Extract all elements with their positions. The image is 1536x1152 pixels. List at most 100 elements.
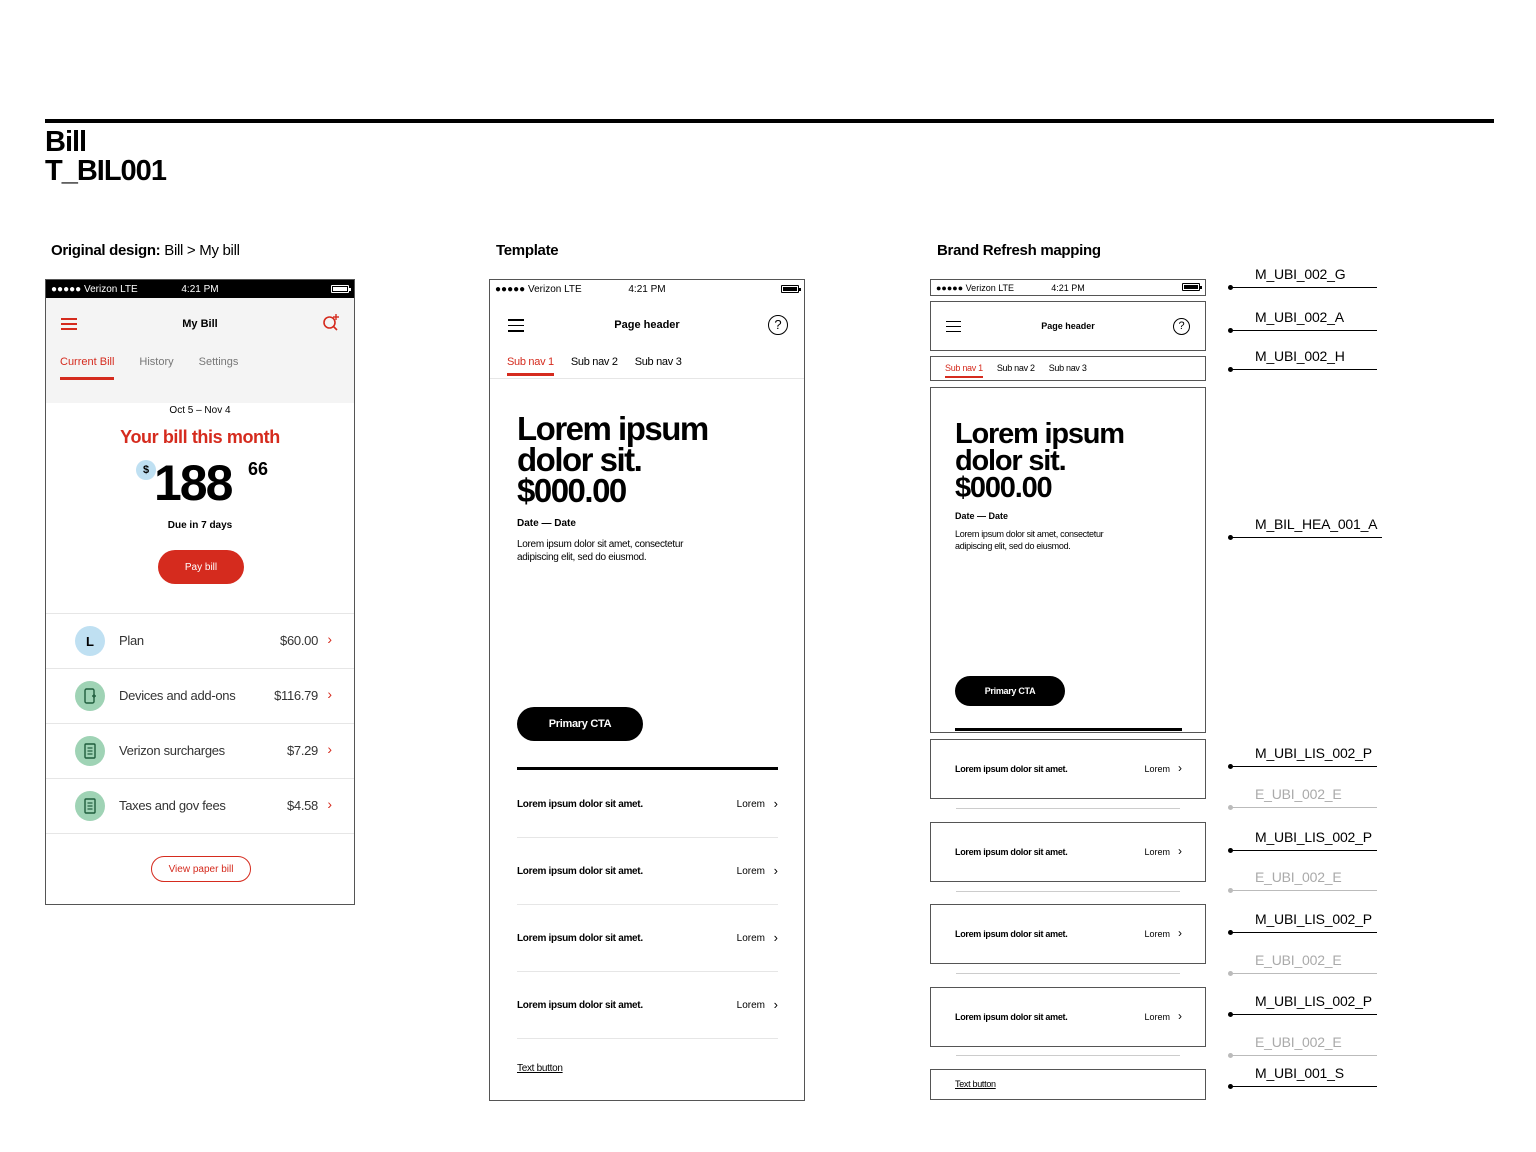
help-icon[interactable]: ?	[768, 315, 788, 335]
mapping-label: M_UBI_LIS_002_P	[1228, 829, 1377, 853]
list-item-value: Lorem	[1144, 1012, 1170, 1022]
hero-line: dolor sit.	[955, 445, 1067, 477]
nav-title: My Bill	[182, 318, 218, 330]
mapping-list-item[interactable]: Lorem ipsum dolor sit amet. Lorem ›	[930, 739, 1206, 799]
mapping-list-item[interactable]: Lorem ipsum dolor sit amet. Lorem ›	[930, 822, 1206, 882]
pointer-dot	[1228, 535, 1233, 540]
item-label: Verizon surcharges	[119, 743, 225, 758]
mapping-label: E_UBI_002_E	[1228, 952, 1377, 976]
list-item[interactable]: Lorem ipsum dolor sit amet. Lorem ›	[517, 972, 778, 1039]
list-item-label: Lorem ipsum dolor sit amet.	[517, 866, 643, 877]
mapping-list-item[interactable]: Lorem ipsum dolor sit amet. Lorem ›	[930, 904, 1206, 964]
page-code: T_BIL001	[45, 155, 167, 187]
subnav-2[interactable]: Sub nav 2	[571, 356, 618, 376]
due-text: Due in 7 days	[167, 520, 233, 531]
help-icon[interactable]: ?	[1173, 318, 1190, 335]
pointer-dot	[1228, 971, 1233, 976]
hero-description: Lorem ipsum dolor sit amet, consectetur …	[517, 539, 684, 563]
pay-bill-button[interactable]: Pay bill	[158, 550, 244, 584]
bill-item-devices[interactable]: Devices and add-ons $116.79 ›	[46, 669, 354, 724]
hero-amount: $000.00	[517, 472, 627, 509]
tab-history[interactable]: History	[139, 356, 173, 380]
list-item-value: Lorem	[736, 933, 765, 944]
mapping-text-button: Text button	[930, 1069, 1206, 1100]
template-column-title: Template	[496, 242, 559, 259]
subnav-3[interactable]: Sub nav 3	[1049, 363, 1087, 378]
divider	[956, 973, 1180, 974]
page-header: Page header	[1041, 321, 1095, 331]
chevron-right-icon: ›	[773, 863, 778, 878]
chevron-right-icon: ›	[327, 741, 332, 757]
hero-line: dolor sit.	[517, 441, 643, 478]
page-title: Bill	[45, 126, 87, 158]
search-icon[interactable]	[322, 313, 340, 331]
chevron-right-icon: ›	[1178, 844, 1182, 858]
original-title-path: Bill > My bill	[160, 242, 240, 259]
list-item-label: Lorem ipsum dolor sit amet.	[955, 929, 1068, 939]
tab-settings[interactable]: Settings	[199, 356, 239, 380]
status-bar: ●●●●● Verizon LTE 4:21 PM	[490, 280, 804, 298]
divider	[956, 1055, 1180, 1056]
list-item[interactable]: Lorem ipsum dolor sit amet. Lorem ›	[517, 838, 778, 905]
subnav-1[interactable]: Sub nav 1	[507, 356, 554, 376]
pointer-dot	[1228, 848, 1233, 853]
page-header: Page header	[614, 319, 680, 331]
battery-icon	[331, 285, 351, 293]
bill-period: Oct 5 – Nov 4	[169, 405, 231, 416]
battery-icon	[781, 285, 801, 293]
bill-item-plan[interactable]: L Plan $60.00 ›	[46, 614, 354, 669]
mapping-label: M_UBI_002_G	[1228, 266, 1377, 290]
item-value: $116.79	[274, 688, 318, 703]
divider	[956, 808, 1180, 809]
pointer-dot	[1228, 367, 1233, 372]
hero-title: Lorem ipsum dolor sit. $000.00	[517, 410, 709, 509]
item-value: $7.29	[286, 743, 318, 758]
hero-line: Lorem ipsum	[517, 410, 709, 447]
primary-cta-button[interactable]: Primary CTA	[517, 707, 643, 741]
list-item[interactable]: Lorem ipsum dolor sit amet. Lorem ›	[517, 771, 778, 838]
top-rule	[45, 119, 1494, 123]
subnav-2[interactable]: Sub nav 2	[997, 363, 1035, 378]
chevron-right-icon: ›	[773, 796, 778, 811]
subnav-3[interactable]: Sub nav 3	[635, 356, 682, 376]
pointer-dot	[1228, 888, 1233, 893]
chevron-right-icon: ›	[773, 997, 778, 1012]
tab-bar: Current Bill History Settings	[60, 356, 238, 380]
chevron-right-icon: ›	[1178, 926, 1182, 940]
divider	[490, 378, 804, 379]
chevron-right-icon: ›	[327, 686, 332, 702]
tab-current-bill[interactable]: Current Bill	[60, 356, 115, 380]
bill-item-surcharges[interactable]: Verizon surcharges $7.29 ›	[46, 724, 354, 779]
plan-badge: L	[75, 626, 105, 656]
item-label: Plan	[119, 633, 144, 648]
hero-title: Lorem ipsum dolor sit. $000.00	[955, 418, 1125, 503]
mapping-list-item[interactable]: Lorem ipsum dolor sit amet. Lorem ›	[930, 987, 1206, 1047]
mapping-label: M_UBI_LIS_002_P	[1228, 911, 1377, 935]
text-button[interactable]: Text button	[517, 1063, 563, 1074]
mapping-label: E_UBI_002_E	[1228, 869, 1377, 893]
mapping-label: M_UBI_LIS_002_P	[1228, 745, 1377, 769]
list-item-value: Lorem	[1144, 847, 1170, 857]
currency-badge: $	[136, 460, 156, 480]
bill-item-taxes[interactable]: Taxes and gov fees $4.58 ›	[46, 779, 354, 834]
list-item-label: Lorem ipsum dolor sit amet.	[517, 1000, 643, 1011]
subnav-1[interactable]: Sub nav 1	[945, 363, 983, 378]
view-paper-bill-button[interactable]: View paper bill	[151, 856, 251, 882]
carrier-text: ●●●●● Verizon LTE	[51, 283, 138, 295]
original-phone: ●●●●● Verizon LTE 4:21 PM My Bill Curren…	[45, 279, 355, 905]
mapping-label: M_BIL_HEA_001_A	[1228, 516, 1382, 540]
mapping-subnav: Sub nav 1 Sub nav 2 Sub nav 3	[930, 356, 1206, 381]
item-label: Taxes and gov fees	[119, 798, 226, 813]
hero-line: Lorem ipsum	[955, 418, 1125, 450]
carrier-text: ●●●●● Verizon LTE	[936, 282, 1015, 293]
list-item-label: Lorem ipsum dolor sit amet.	[517, 799, 643, 810]
primary-cta-button[interactable]: Primary CTA	[955, 676, 1065, 706]
date-range: Date — Date	[517, 518, 576, 529]
mapping-label: M_UBI_001_S	[1228, 1065, 1377, 1089]
list-item[interactable]: Lorem ipsum dolor sit amet. Lorem ›	[517, 905, 778, 972]
document-icon	[75, 791, 105, 821]
list-item-value: Lorem	[736, 866, 765, 877]
text-button[interactable]: Text button	[955, 1079, 996, 1089]
chevron-right-icon: ›	[773, 930, 778, 945]
bill-headline: Your bill this month	[120, 427, 280, 447]
